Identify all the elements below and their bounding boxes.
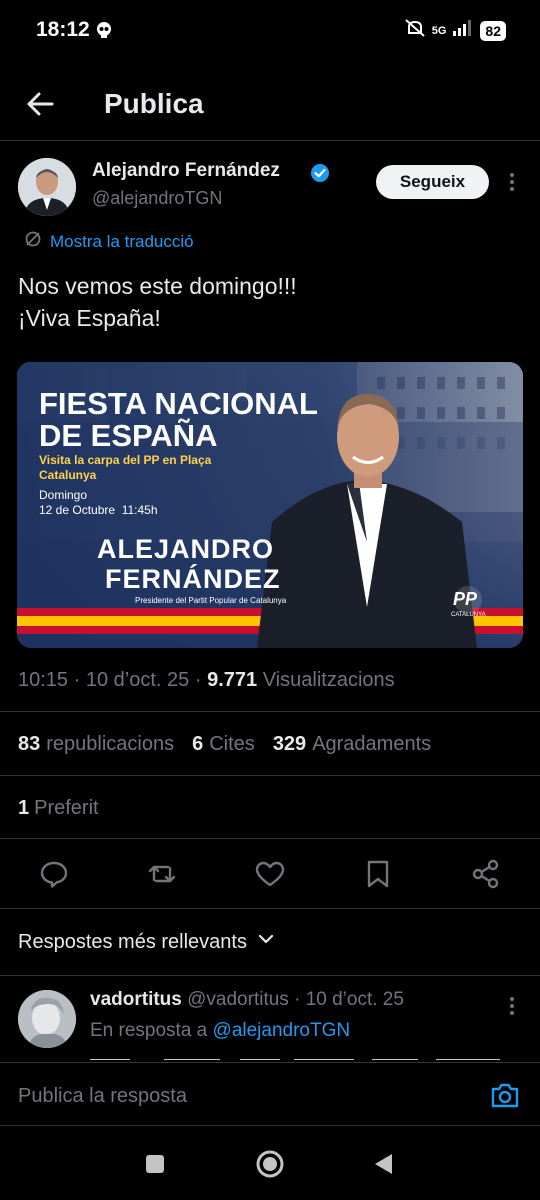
quotes-label: Cites: [209, 733, 255, 755]
replies-filter[interactable]: Respostes més rellevants: [18, 930, 275, 954]
media-logo-sub: CATALUNYA: [451, 612, 486, 618]
translate-icon: [24, 230, 42, 253]
likes-count: 329: [272, 733, 307, 755]
tweet-date: 10 d’oct. 25: [85, 669, 190, 691]
signal-icon: [452, 19, 474, 42]
in-reply-handle-link[interactable]: @alejandroTGN: [213, 1020, 351, 1041]
follow-button[interactable]: Segueix: [376, 165, 489, 199]
tweet-text: Nos vemos este domingo!!! ¡Viva España!: [18, 270, 523, 334]
chevron-down-icon: [257, 930, 275, 954]
media-title-1: FIESTA NACIONAL: [39, 386, 318, 421]
media-title-2: DE ESPAÑA: [39, 418, 218, 453]
camera-icon[interactable]: [490, 1081, 520, 1114]
author-handle[interactable]: @alejandroTGN: [92, 188, 222, 209]
in-reply-prefix: En resposta a: [90, 1020, 208, 1041]
filter-divider: [0, 975, 540, 976]
author-avatar[interactable]: [18, 158, 76, 216]
share-icon[interactable]: [470, 858, 502, 890]
nav-recents-icon[interactable]: [145, 1154, 165, 1179]
reply-author-handle[interactable]: @vadortitus: [187, 989, 289, 1010]
reply-icon[interactable]: [38, 858, 70, 890]
mute-icon: [404, 18, 426, 43]
translate-label: Mostra la traducció: [50, 231, 194, 251]
top-bar: Publica: [0, 72, 540, 138]
fav-divider: [0, 838, 540, 839]
media-name-1: ALEJANDRO: [97, 534, 275, 564]
back-arrow-icon[interactable]: [22, 86, 58, 122]
reply-context: En resposta a @alejandroTGN: [90, 1020, 350, 1042]
reply-separator: ·: [294, 989, 301, 1010]
views-label: Visualitzacions: [262, 669, 395, 691]
likes-stat[interactable]: 329 Agradaments: [273, 733, 431, 756]
tweet-line-1: Nos vemos este domingo!!!: [18, 273, 297, 299]
media-role: Presidente del Partit Popular de Catalun…: [135, 596, 287, 605]
status-icons: 5G 82: [404, 18, 506, 43]
tweet-line-2: ¡Viva España!: [18, 305, 161, 331]
engagement-stats: 83 republicacions 6 Cites 329 Agradaments: [18, 733, 431, 756]
meta-divider: [0, 711, 540, 712]
media-logo: PP: [453, 589, 478, 609]
replies-filter-label: Respostes més rellevants: [18, 930, 247, 953]
likes-label: Agradaments: [312, 733, 432, 755]
page-title: Publica: [104, 88, 204, 119]
action-bar: [0, 852, 540, 896]
header-divider: [0, 140, 540, 141]
status-bar: 18:12 5G 82: [0, 0, 540, 62]
reply-author-name[interactable]: vadortitus: [90, 989, 182, 1010]
author-name[interactable]: Alejandro Fernández: [92, 160, 280, 182]
status-time: 18:12: [36, 18, 90, 41]
tweet-meta: 10:15 · 10 d’oct. 25 · 9.771 Visualitzac…: [18, 669, 395, 692]
media-date-1: Domingo: [39, 488, 88, 502]
nav-back-icon[interactable]: [372, 1152, 394, 1181]
verified-badge-icon: [310, 163, 330, 188]
reply-avatar[interactable]: [18, 990, 76, 1048]
nav-home-icon[interactable]: [255, 1149, 285, 1184]
more-icon[interactable]: [502, 170, 522, 199]
reply-input-placeholder[interactable]: Publica la resposta: [18, 1085, 187, 1108]
bookmarks-label: Preferit: [34, 797, 99, 819]
meta-separator: ·: [73, 669, 81, 691]
reply-date: 10 d’oct. 25: [305, 989, 404, 1010]
tweet-time: 10:15: [18, 669, 69, 691]
reposts-stat[interactable]: 83 republicacions: [18, 733, 174, 756]
media-sub-2: Catalunya: [39, 468, 97, 482]
reply-more-icon[interactable]: [502, 994, 522, 1023]
network-label: 5G: [431, 24, 447, 37]
media-date-2: 12 de Octubre 11:45h: [39, 503, 158, 517]
bookmarks-stat[interactable]: 1 Preferit: [18, 797, 99, 820]
quotes-count: 6: [192, 733, 204, 755]
reposts-label: republicacions: [46, 733, 175, 755]
tweet-media-image[interactable]: FIESTA NACIONAL DE ESPAÑA Visita la carp…: [17, 362, 523, 648]
reposts-count: 83: [18, 733, 41, 755]
notification-icon: [94, 20, 114, 45]
repost-icon[interactable]: [146, 858, 178, 890]
reply-text-clipped: [90, 1052, 530, 1060]
reply-composer[interactable]: Publica la resposta: [0, 1062, 540, 1126]
like-icon[interactable]: [254, 858, 286, 890]
media-sub-1: Visita la carpa del PP en Plaça: [39, 453, 212, 467]
quotes-stat[interactable]: 6 Cites: [192, 733, 255, 756]
actions-divider: [0, 908, 540, 909]
bookmarks-count: 1: [18, 797, 30, 819]
system-nav-bar: [0, 1127, 540, 1200]
bookmark-icon[interactable]: [362, 858, 394, 890]
views-count: 9.771: [207, 669, 258, 691]
translate-link[interactable]: Mostra la traducció: [24, 230, 194, 253]
battery-indicator: 82: [480, 20, 506, 41]
stats-divider: [0, 775, 540, 776]
reply-header: vadortitus @vadortitus · 10 d’oct. 25: [90, 989, 404, 1011]
meta-separator: ·: [194, 669, 202, 691]
media-name-2: FERNÁNDEZ: [105, 564, 281, 594]
